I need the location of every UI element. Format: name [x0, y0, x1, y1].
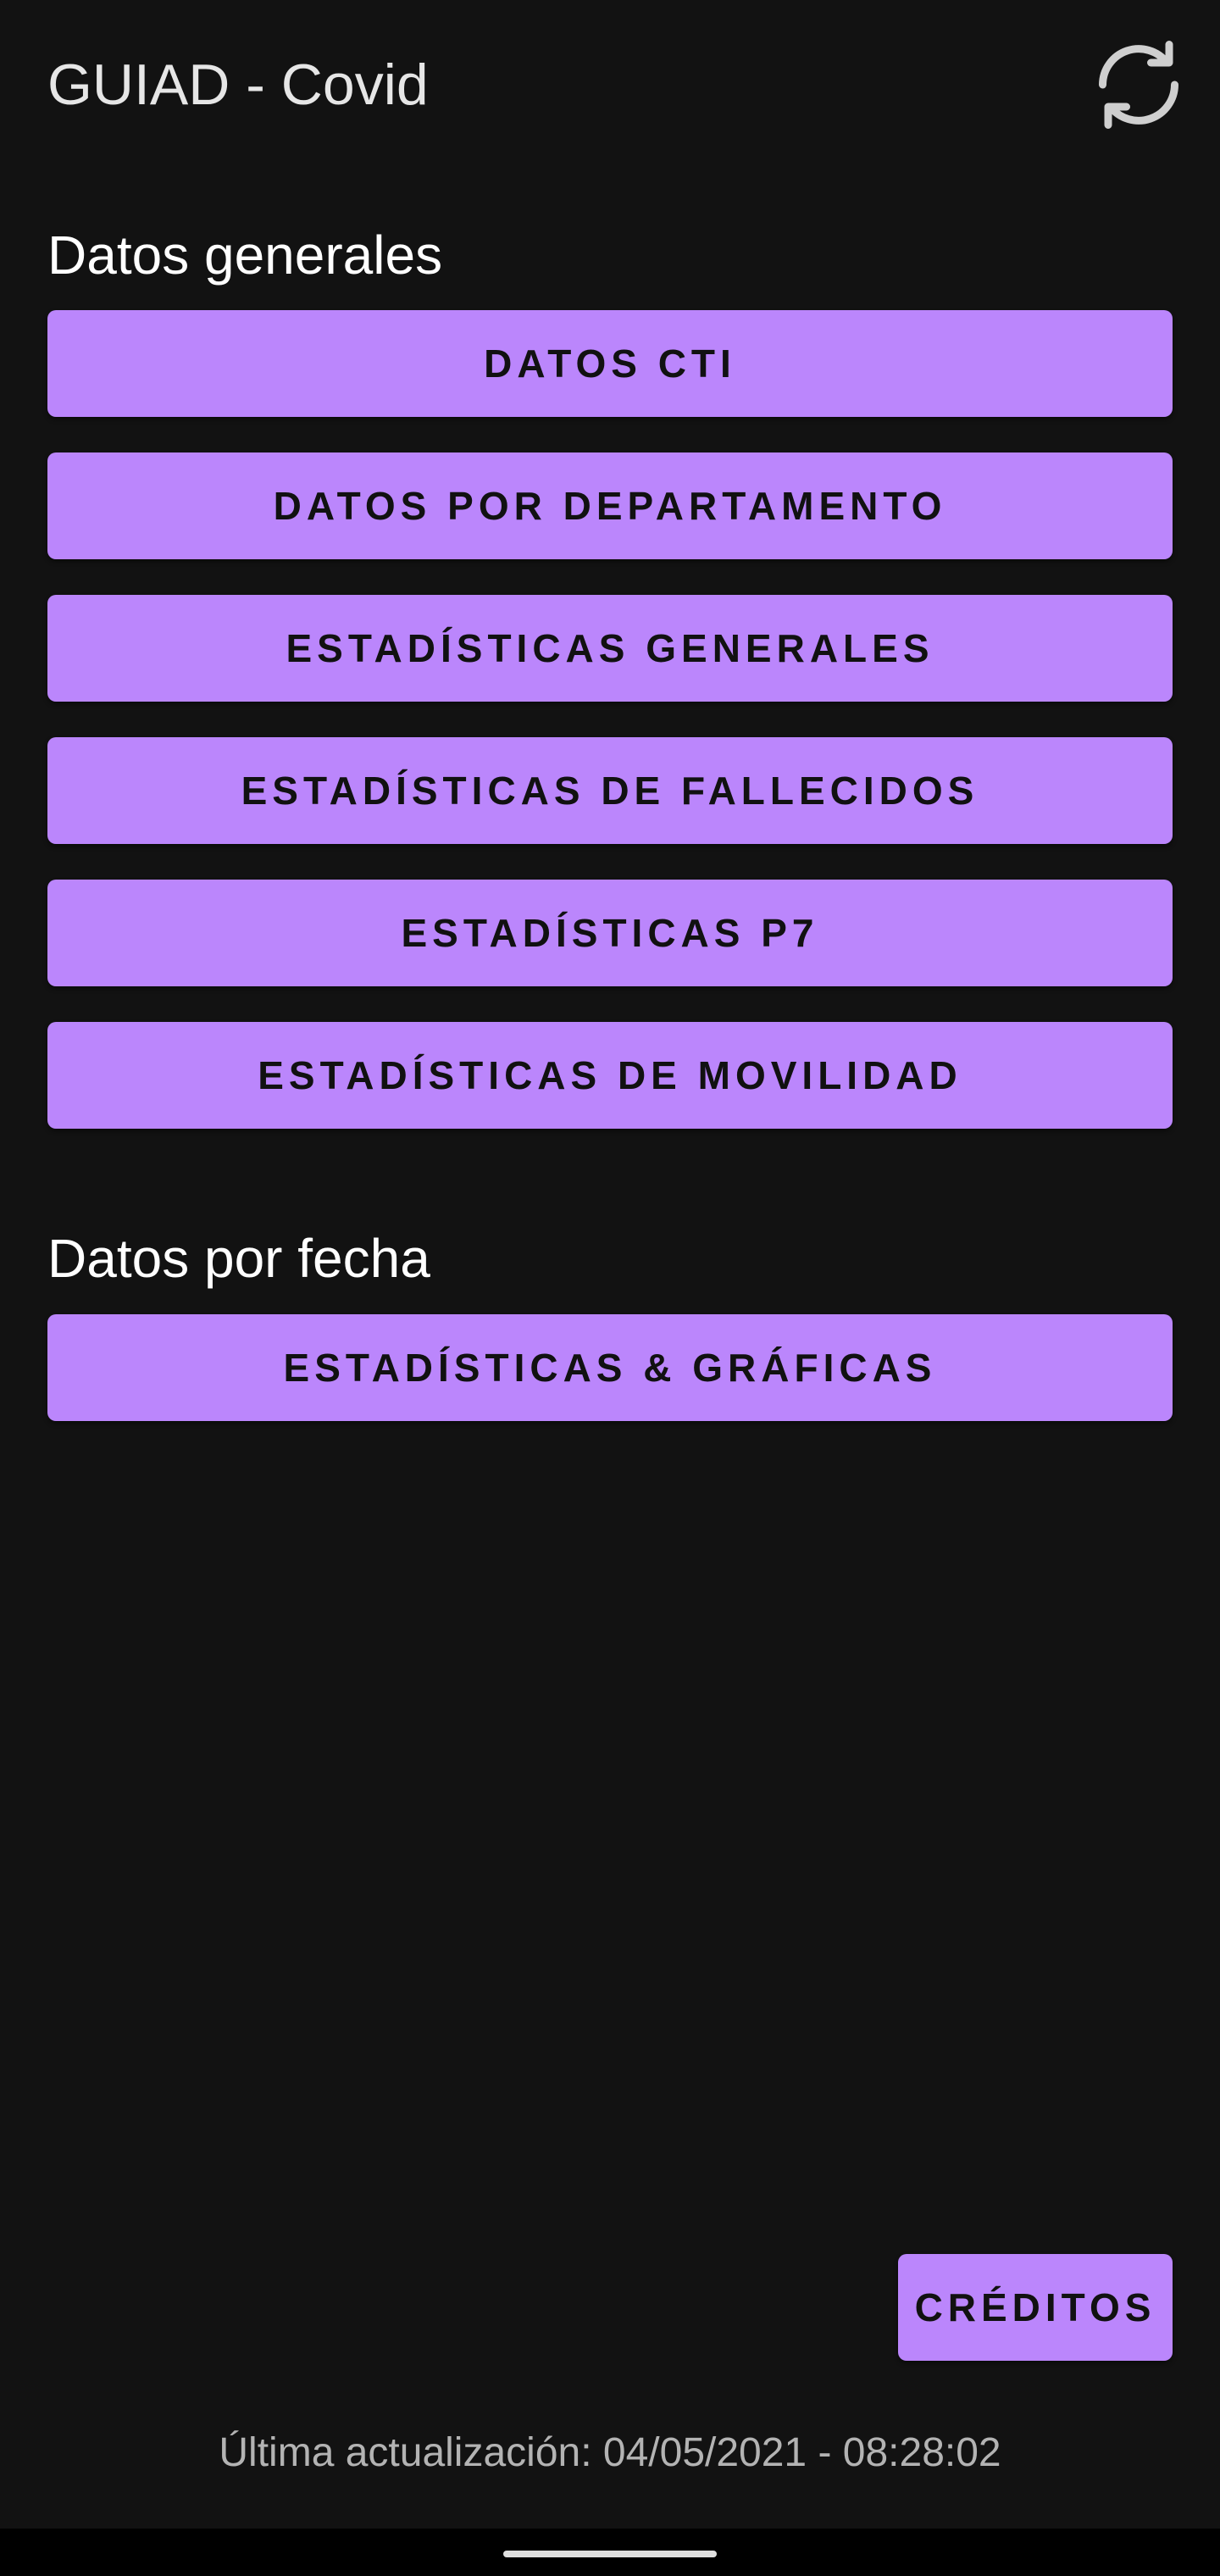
system-navigation-bar — [0, 2529, 1220, 2576]
section-heading-general: Datos generales — [47, 225, 443, 286]
refresh-icon[interactable] — [1088, 34, 1190, 136]
gesture-handle[interactable] — [503, 2551, 717, 2557]
creditos-button[interactable]: CRÉDITOS — [898, 2254, 1173, 2361]
app-title: GUIAD - Covid — [47, 53, 429, 117]
section-heading-by-date: Datos por fecha — [47, 1228, 430, 1289]
datos-por-departamento-button[interactable]: DATOS POR DEPARTAMENTO — [47, 452, 1173, 559]
datos-cti-button[interactable]: DATOS CTI — [47, 310, 1173, 417]
estadisticas-p7-button[interactable]: ESTADÍSTICAS P7 — [47, 880, 1173, 986]
estadisticas-de-fallecidos-button[interactable]: ESTADÍSTICAS DE FALLECIDOS — [47, 737, 1173, 844]
estadisticas-generales-button[interactable]: ESTADÍSTICAS GENERALES — [47, 595, 1173, 702]
estadisticas-y-graficas-button[interactable]: ESTADÍSTICAS & GRÁFICAS — [47, 1314, 1173, 1421]
last-update-text: Última actualización: 04/05/2021 - 08:28… — [219, 2430, 1001, 2475]
estadisticas-de-movilidad-button[interactable]: ESTADÍSTICAS DE MOVILIDAD — [47, 1022, 1173, 1129]
